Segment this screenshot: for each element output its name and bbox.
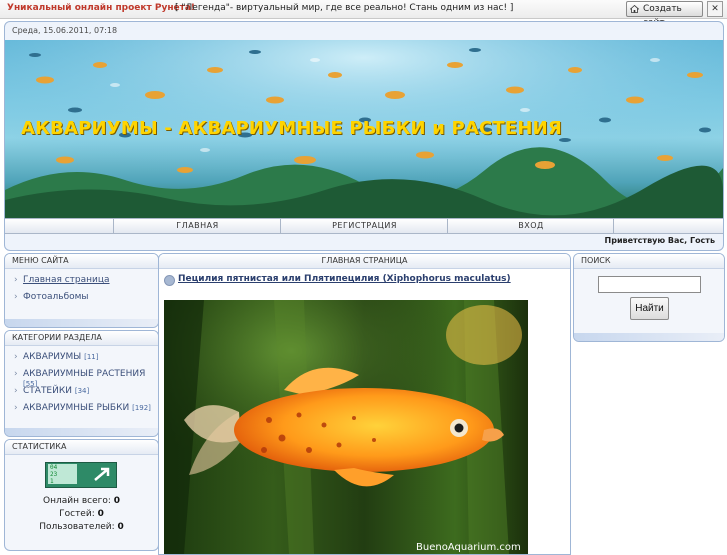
category-count: [11] bbox=[84, 353, 99, 361]
category-count: [192] bbox=[132, 404, 151, 412]
greeting-text: Приветствую Вас, Гость bbox=[604, 236, 715, 245]
category-label[interactable]: АКВАРИУМЫ bbox=[23, 352, 81, 362]
stats-users: Пользователей: 0 bbox=[5, 522, 158, 532]
main-title: ГЛАВНАЯ СТРАНИЦА bbox=[159, 254, 570, 269]
search-panel: ПОИСК Найти bbox=[573, 253, 725, 342]
search-title: ПОИСК bbox=[574, 254, 724, 269]
header-banner: АКВАРИУМЫ - АКВАРИУМНЫЕ РЫБКИ и РАСТЕНИЯ bbox=[5, 40, 723, 218]
main-nav: ГЛАВНАЯ РЕГИСТРАЦИЯ ВХОД bbox=[5, 218, 723, 234]
search-input[interactable] bbox=[598, 276, 701, 293]
categories-panel: КАТЕГОРИИ РАЗДЕЛА › АКВАРИУМЫ [11] › АКВ… bbox=[4, 330, 159, 437]
visitor-counter[interactable]: 04 23 1 bbox=[45, 462, 117, 488]
counter-digits: 04 23 1 bbox=[48, 464, 77, 485]
category-label[interactable]: СТАТЕЙКИ bbox=[23, 386, 72, 396]
top-promo-bar: Уникальный онлайн проект Рунета! [ "Леге… bbox=[0, 0, 727, 28]
stats-guests-value: 0 bbox=[97, 509, 104, 519]
category-item[interactable]: АКВАРИУМНЫЕ РЫБКИ [192] bbox=[23, 403, 151, 413]
stats-panel: СТАТИСТИКА 04 23 1 Онлайн всего: 0 Госте… bbox=[4, 439, 159, 551]
menu-item-photos[interactable]: › Фотоальбомы bbox=[14, 292, 158, 309]
nav-cell-empty bbox=[613, 219, 723, 233]
post-icon bbox=[164, 275, 175, 286]
nav-cell-register: РЕГИСТРАЦИЯ bbox=[280, 219, 448, 233]
category-item[interactable]: АКВАРИУМЫ [11] bbox=[23, 352, 98, 362]
menu-item-label[interactable]: Фотоальбомы bbox=[23, 292, 89, 302]
bullet-icon: › bbox=[14, 292, 18, 302]
site-menu-panel: МЕНЮ САЙТА › Главная страница › Фотоальб… bbox=[4, 253, 159, 328]
home-icon bbox=[630, 5, 639, 13]
nav-item-home[interactable]: ГЛАВНАЯ bbox=[114, 221, 281, 230]
category-item-articles[interactable]: › СТАТЕЙКИ [34] bbox=[14, 386, 158, 403]
category-item-plants[interactable]: › АКВАРИУМНЫЕ РАСТЕНИЯ [55] bbox=[14, 369, 158, 388]
main-content: ГЛАВНАЯ СТРАНИЦА Пецилия пятнистая или П… bbox=[158, 253, 571, 555]
stats-title: СТАТИСТИКА bbox=[5, 440, 158, 455]
menu-item-home[interactable]: › Главная страница bbox=[14, 275, 158, 292]
counter-digit: 04 bbox=[50, 464, 58, 471]
stats-online: Онлайн всего: 0 bbox=[5, 496, 158, 506]
category-item-aquariums[interactable]: › АКВАРИУМЫ [11] bbox=[14, 352, 158, 369]
counter-digit: 1 bbox=[50, 478, 54, 485]
stats-guests: Гостей: 0 bbox=[5, 509, 158, 519]
legend-ad-link[interactable]: [ "Легенда"- виртуальный мир, где все ре… bbox=[175, 3, 513, 13]
counter-digit: 23 bbox=[50, 471, 58, 478]
create-site-button[interactable]: Создать сайт bbox=[626, 1, 703, 28]
panel-footer bbox=[574, 333, 724, 341]
promo-link[interactable]: Уникальный онлайн проект Рунета! bbox=[7, 3, 195, 13]
site-header: Среда, 15.06.2011, 07:18 АКВАРИУМЫ - АКВ… bbox=[4, 21, 724, 251]
nav-item-login[interactable]: ВХОД bbox=[448, 221, 614, 230]
fish-photo: BuenoAquarium.com bbox=[164, 300, 528, 554]
category-label[interactable]: АКВАРИУМНЫЕ РЫБКИ bbox=[23, 403, 129, 413]
bullet-icon: › bbox=[14, 352, 18, 362]
bullet-icon: › bbox=[14, 386, 18, 396]
arrow-icon bbox=[94, 467, 110, 481]
category-label[interactable]: АКВАРИУМНЫЕ РАСТЕНИЯ bbox=[23, 369, 145, 379]
bullet-icon: › bbox=[14, 275, 18, 285]
stats-users-label: Пользователей: bbox=[39, 522, 115, 532]
close-icon[interactable]: ✕ bbox=[707, 1, 723, 17]
stats-guests-label: Гостей: bbox=[59, 509, 95, 519]
photo-watermark: BuenoAquarium.com bbox=[416, 542, 521, 553]
search-button[interactable]: Найти bbox=[630, 297, 669, 320]
panel-footer bbox=[5, 428, 158, 436]
categories-title: КАТЕГОРИИ РАЗДЕЛА bbox=[5, 331, 158, 346]
site-menu-title: МЕНЮ САЙТА bbox=[5, 254, 158, 269]
category-count: [34] bbox=[74, 387, 90, 395]
panel-footer bbox=[5, 319, 158, 327]
nav-item-register[interactable]: РЕГИСТРАЦИЯ bbox=[281, 221, 448, 230]
category-item-fish[interactable]: › АКВАРИУМНЫЕ РЫБКИ [192] bbox=[14, 403, 158, 420]
stats-online-label: Онлайн всего: bbox=[42, 496, 111, 506]
post-title-link[interactable]: Пецилия пятнистая или Плятипецилия (Xiph… bbox=[178, 274, 511, 284]
stats-online-value: 0 bbox=[113, 496, 121, 506]
nav-cell-login: ВХОД bbox=[447, 219, 614, 233]
bullet-icon: › bbox=[14, 369, 18, 379]
platy-fish-image: BuenoAquarium.com bbox=[164, 300, 528, 554]
nav-cell-home: ГЛАВНАЯ bbox=[113, 219, 281, 233]
site-title: АКВАРИУМЫ - АКВАРИУМНЫЕ РЫБКИ и РАСТЕНИЯ bbox=[21, 118, 562, 139]
bullet-icon: › bbox=[14, 403, 18, 413]
menu-item-label[interactable]: Главная страница bbox=[23, 275, 110, 285]
category-item[interactable]: СТАТЕЙКИ [34] bbox=[23, 386, 89, 396]
date-display: Среда, 15.06.2011, 07:18 bbox=[12, 26, 118, 35]
stats-users-value: 0 bbox=[117, 522, 124, 532]
